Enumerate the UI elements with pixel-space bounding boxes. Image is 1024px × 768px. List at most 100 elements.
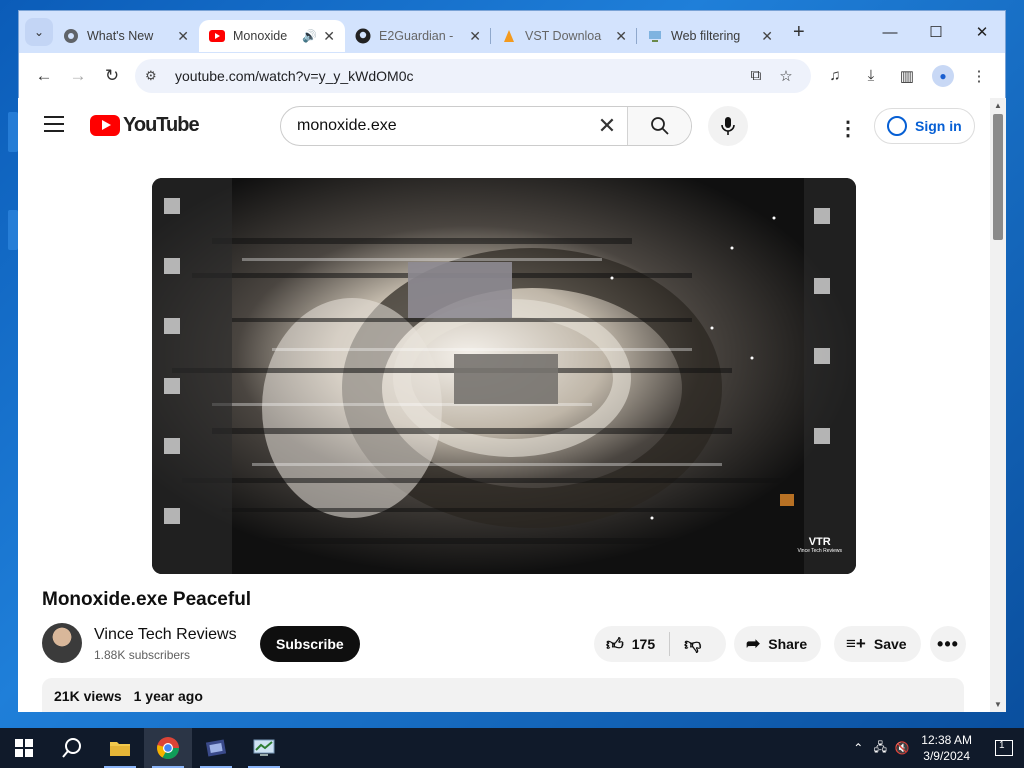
upload-age: 1 year ago (133, 688, 203, 704)
scroll-down-icon[interactable]: ▼ (994, 700, 1002, 709)
browser-toolbar: ← → ↻ ⚙ youtube.com/watch?v=y_y_kWdOM0c … (19, 53, 1005, 99)
tab-vst-download[interactable]: VST Downloa ✕ (491, 20, 637, 52)
taskbar: ⌃ 🖧 🔇 12:38 AM 3/9/2024 1 (0, 728, 1024, 768)
search-button[interactable] (627, 107, 691, 145)
menu-kebab-icon[interactable]: ⋮ (961, 59, 997, 93)
url-text[interactable]: youtube.com/watch?v=y_y_kWdOM0c (175, 68, 741, 84)
thumbs-up-icon: 👍︎ (606, 634, 624, 654)
bookmark-star-icon[interactable]: ☆ (771, 67, 801, 85)
hamburger-menu-icon[interactable] (44, 116, 64, 137)
sign-in-button[interactable]: Sign in (874, 108, 975, 144)
close-tab-icon[interactable]: ✕ (469, 28, 481, 45)
tab-title: What's New (87, 29, 154, 43)
search-input[interactable]: monoxide.exe (281, 107, 587, 145)
side-panel-icon[interactable]: ▥ (889, 59, 925, 93)
clock-date: 3/9/2024 (923, 749, 970, 763)
search-icon (650, 117, 669, 135)
youtube-wordmark: YouTube (123, 114, 200, 136)
clear-search-icon[interactable]: ✕ (587, 107, 627, 145)
close-tab-icon[interactable]: ✕ (323, 28, 335, 45)
tab-title: Web filtering (671, 29, 741, 43)
tab-whats-new[interactable]: What's New ✕ (53, 20, 199, 52)
description-box[interactable]: 21K views 1 year ago (42, 678, 964, 712)
taskbar-search-button[interactable] (48, 728, 96, 768)
media-app-button[interactable] (192, 728, 240, 768)
volume-muted-icon[interactable]: 🔇 (891, 741, 913, 755)
fl-studio-icon (501, 28, 517, 44)
clock-time: 12:38 AM (921, 733, 972, 747)
save-button[interactable]: ≡+ Save (834, 626, 921, 662)
notification-center-button[interactable]: 1 (984, 728, 1024, 768)
maximize-icon[interactable]: ☐ (913, 11, 959, 53)
page-layer: YouTube monoxide.exe ✕ ⋮ Sign in VTR Vin… (18, 10, 1006, 712)
scrollbar-thumb[interactable] (993, 114, 1003, 240)
page-scrollbar[interactable]: ▲ ▼ (990, 98, 1006, 712)
scroll-up-icon[interactable]: ▲ (994, 101, 1002, 110)
video-title: Monoxide.exe Peaceful (42, 589, 252, 610)
start-button[interactable] (0, 728, 48, 768)
window-controls: — ☐ ✕ (867, 11, 1005, 53)
reload-icon[interactable]: ↻ (95, 59, 129, 93)
back-arrow-icon[interactable]: ← (27, 59, 61, 93)
tab-e2guardian[interactable]: E2Guardian - ✕ (345, 20, 491, 52)
tab-title: E2Guardian - (379, 29, 454, 43)
network-status-icon[interactable]: 🖧 (869, 738, 891, 759)
cast-install-icon[interactable]: ⧉ (741, 67, 771, 84)
dislike-button[interactable]: 👎︎ (670, 634, 715, 655)
channel-name[interactable]: Vince Tech Reviews (94, 626, 237, 644)
settings-kebab-icon[interactable]: ⋮ (838, 116, 858, 141)
tab-web-filtering[interactable]: Web filtering ✕ (637, 20, 783, 52)
youtube-page: YouTube monoxide.exe ✕ ⋮ Sign in VTR Vin… (18, 98, 990, 712)
minimize-icon[interactable]: — (867, 11, 913, 53)
like-button[interactable]: 👍︎ 175 (594, 632, 671, 656)
chrome-taskbar-button[interactable] (144, 728, 192, 768)
subscriber-count: 1.88K subscribers (94, 648, 191, 662)
close-tab-icon[interactable]: ✕ (177, 28, 189, 45)
chrome-icon (63, 28, 79, 44)
video-frame (152, 178, 856, 574)
github-icon (355, 28, 371, 44)
notification-count: 1 (999, 740, 1005, 751)
new-tab-icon[interactable]: + (793, 21, 805, 44)
close-window-icon[interactable]: ✕ (959, 11, 1005, 53)
chrome-icon (157, 737, 179, 759)
thumbs-down-icon: 👎︎ (684, 634, 702, 654)
show-hidden-icons-icon[interactable]: ⌃ (847, 741, 869, 755)
sign-in-label: Sign in (915, 118, 962, 134)
video-player[interactable]: VTR Vince Tech Reviews (152, 178, 856, 574)
like-dislike-group: 👍︎ 175 👎︎ (594, 626, 726, 662)
media-control-icon[interactable]: ♫ (817, 59, 853, 93)
search-icon (62, 738, 81, 758)
monitor-chart-icon (253, 739, 275, 756)
tab-search-button[interactable]: ⌄ (25, 18, 53, 46)
more-actions-button[interactable]: ••• (930, 626, 966, 662)
speaker-icon[interactable]: 🔊 (302, 29, 317, 43)
youtube-logo[interactable]: YouTube (90, 114, 200, 137)
clock[interactable]: 12:38 AM 3/9/2024 (921, 732, 972, 764)
desktop-icon[interactable] (8, 210, 18, 250)
share-label: Share (768, 636, 808, 652)
film-icon (205, 739, 227, 757)
youtube-header: YouTube monoxide.exe ✕ ⋮ Sign in (18, 98, 990, 154)
save-label: Save (873, 636, 907, 652)
close-tab-icon[interactable]: ✕ (615, 28, 627, 45)
share-button[interactable]: ➦ Share (734, 626, 822, 662)
site-info-icon[interactable]: ⚙ (145, 68, 167, 84)
tab-monoxide[interactable]: Monoxide 🔊 ✕ (199, 20, 345, 52)
close-tab-icon[interactable]: ✕ (761, 28, 773, 45)
subscribe-button[interactable]: Subscribe (260, 626, 360, 662)
file-explorer-button[interactable] (96, 728, 144, 768)
profile-icon[interactable]: ● (925, 59, 961, 93)
windows-icon (15, 739, 33, 757)
voice-search-button[interactable] (708, 106, 748, 146)
download-icon[interactable]: ⤓ (853, 59, 889, 93)
desktop-icon[interactable] (8, 112, 18, 152)
channel-watermark: VTR Vince Tech Reviews (797, 536, 842, 554)
network-app-button[interactable] (240, 728, 288, 768)
address-bar[interactable]: ⚙ youtube.com/watch?v=y_y_kWdOM0c ⧉ ☆ (135, 58, 811, 93)
forward-arrow-icon[interactable]: → (61, 59, 95, 93)
tab-title: VST Downloa (525, 29, 602, 43)
notification-icon: 1 (995, 740, 1013, 756)
channel-avatar[interactable] (42, 623, 82, 663)
search-box: monoxide.exe ✕ (280, 106, 692, 146)
